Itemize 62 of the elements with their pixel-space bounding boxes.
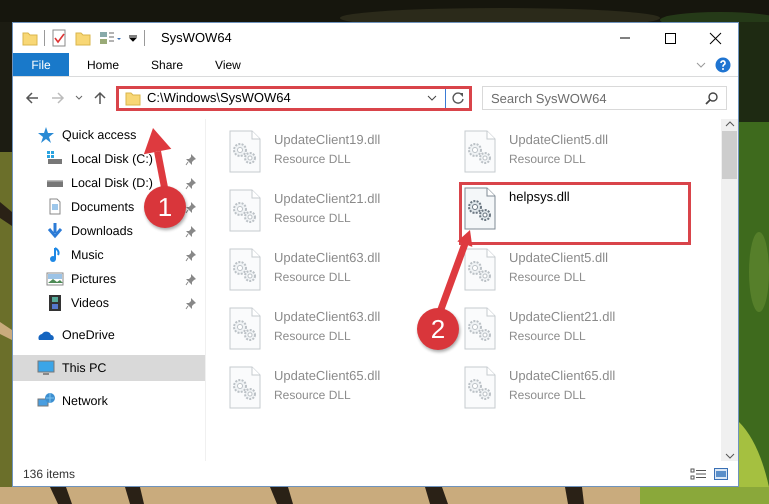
layout-icon[interactable]	[99, 30, 123, 46]
file-type: Resource DLL	[274, 268, 352, 286]
new-folder-icon[interactable]	[75, 30, 91, 46]
forward-icon	[51, 91, 65, 105]
sidebar-item[interactable]: Quick access	[62, 126, 136, 144]
sidebar-item[interactable]: Music	[71, 246, 104, 264]
sidebar-item[interactable]: Downloads	[71, 222, 133, 240]
folder-icon	[125, 90, 141, 106]
file-type: Resource DLL	[509, 386, 587, 404]
file-type: Resource DLL	[274, 386, 352, 404]
sidebar-item[interactable]: Documents	[71, 198, 134, 216]
pin-icon[interactable]	[185, 200, 197, 214]
pin-icon[interactable]	[185, 152, 197, 166]
window-title: SysWOW64	[161, 29, 232, 48]
sidebar-item[interactable]: Network	[62, 392, 108, 410]
ribbon-tab[interactable]: Share	[137, 53, 198, 76]
file-type: Resource DLL	[274, 150, 352, 168]
star-icon	[37, 126, 55, 144]
file-menu-tab[interactable]: File	[13, 53, 69, 76]
search-icon	[705, 92, 718, 105]
image-icon	[46, 270, 64, 288]
sidebar-item[interactable]: Videos	[71, 294, 109, 312]
scroll-up-icon[interactable]	[724, 119, 734, 129]
drive-icon	[46, 178, 64, 188]
dropdown-icon[interactable]	[427, 93, 437, 103]
file-type: Resource DLL	[509, 150, 587, 168]
refresh-icon[interactable]	[451, 91, 465, 105]
properties-icon[interactable]	[51, 29, 67, 47]
large-icons-view-icon[interactable]	[714, 468, 728, 480]
scroll-down-icon[interactable]	[724, 451, 734, 461]
sidebar-item[interactable]: OneDrive	[62, 326, 115, 344]
folder-icon[interactable]	[22, 30, 38, 46]
details-view-icon[interactable]	[690, 468, 706, 480]
search-field[interactable]: Search SysWOW64	[482, 86, 727, 110]
status-text: 136 items	[23, 466, 76, 482]
file-item[interactable]: helpsys.dll	[461, 184, 689, 243]
file-name[interactable]: helpsys.dll	[509, 187, 570, 206]
pin-icon[interactable]	[185, 296, 197, 310]
maximize-icon	[664, 32, 677, 44]
pin-icon[interactable]	[185, 176, 197, 190]
file-type: Resource DLL	[274, 210, 352, 226]
up-icon	[93, 91, 107, 105]
file-type: Resource DLL	[509, 328, 587, 344]
address-bar[interactable]: C:\Windows\SysWOW64	[116, 86, 472, 110]
back-icon	[25, 91, 39, 105]
pin-icon[interactable]	[185, 248, 197, 262]
film-icon	[46, 294, 64, 312]
sidebar-item[interactable]: Local Disk (C:)	[71, 150, 153, 168]
help-icon[interactable]	[715, 56, 731, 72]
file-type: Resource DLL	[509, 268, 587, 286]
ribbon-tab[interactable]: Home	[73, 53, 134, 76]
file-type: Resource DLL	[274, 328, 352, 344]
close-icon	[709, 32, 722, 44]
ribbon-tab[interactable]: View	[201, 53, 255, 76]
gear-file-icon[interactable]	[463, 187, 497, 230]
sidebar-item[interactable]: This PC	[13, 355, 205, 381]
pin-icon[interactable]	[185, 224, 197, 238]
sidebar-item[interactable]: Pictures	[71, 270, 116, 288]
download-icon	[46, 222, 64, 240]
computer-icon	[37, 359, 55, 377]
pin-icon[interactable]	[185, 272, 197, 286]
scrollbar-thumb[interactable]	[722, 131, 737, 179]
